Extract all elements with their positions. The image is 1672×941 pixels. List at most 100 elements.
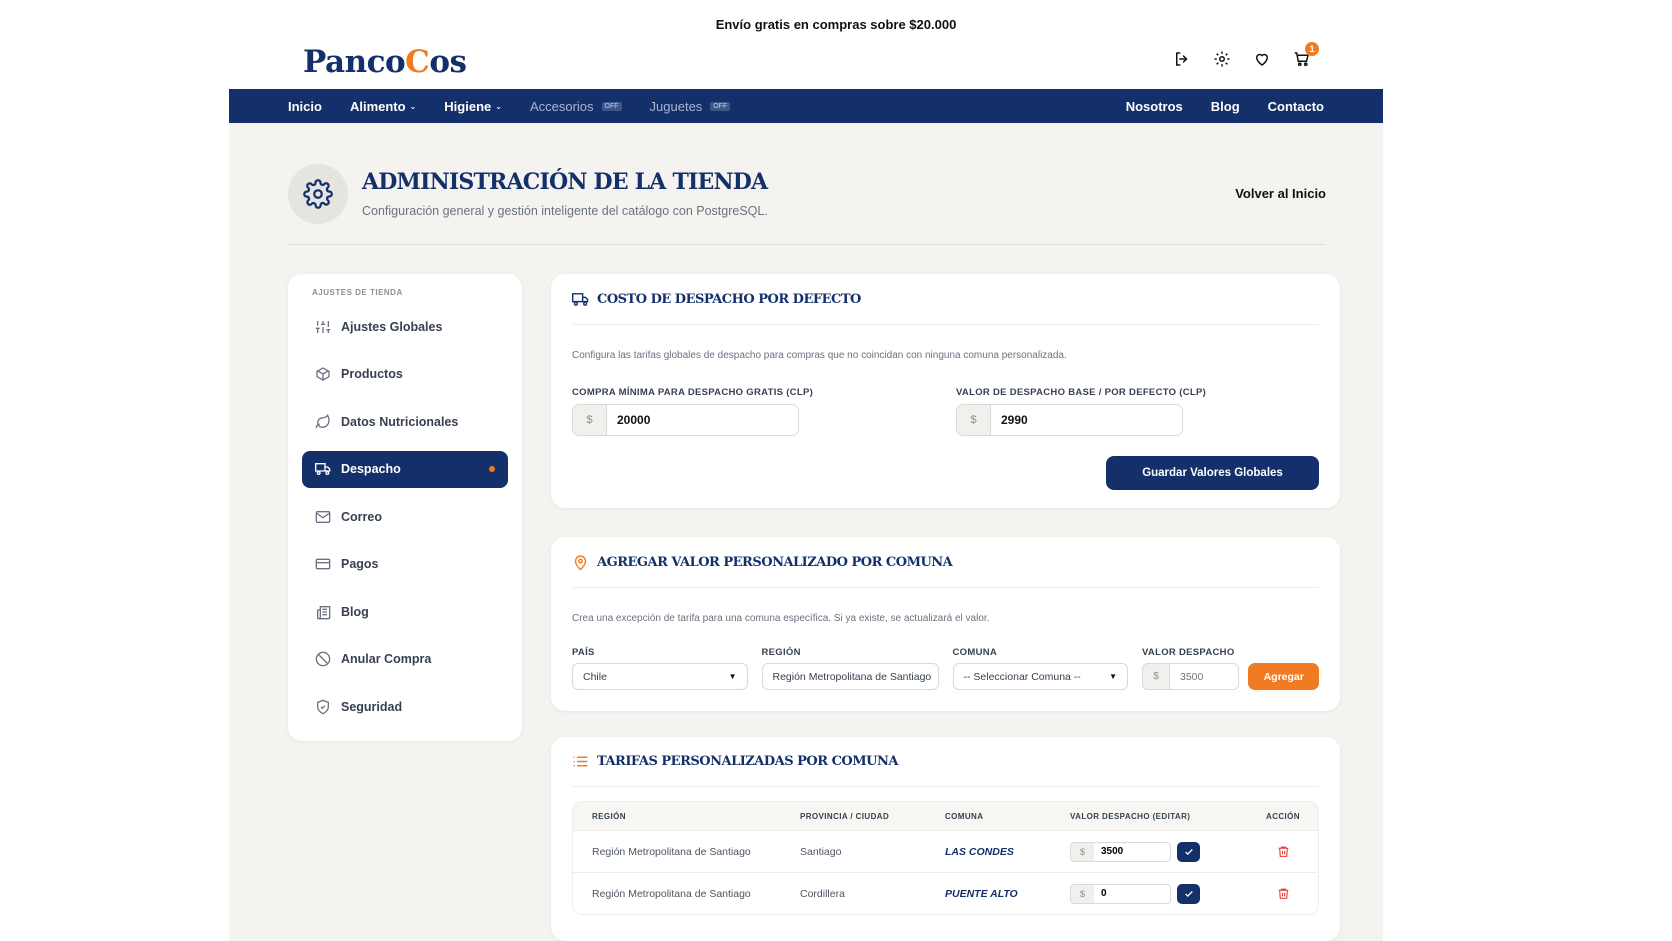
- sidebar-item-label: Pagos: [341, 557, 379, 571]
- trash-icon[interactable]: [1277, 887, 1290, 900]
- cell-comuna: LAS CONDES: [945, 845, 1014, 858]
- mail-icon: [315, 510, 331, 523]
- currency-prefix: $: [957, 405, 991, 435]
- card-title-text: COSTO DE DESPACHO POR DEFECTO: [597, 291, 861, 307]
- col-header-accion: ACCIÓN: [1266, 811, 1300, 821]
- row-value-input[interactable]: [1094, 884, 1170, 903]
- settings-gear-icon[interactable]: [1213, 50, 1231, 68]
- comuna-label: COMUNA: [952, 647, 998, 658]
- sidebar-item-label: Anular Compra: [341, 652, 432, 666]
- min-purchase-field: $: [572, 404, 799, 436]
- trash-icon[interactable]: [1277, 845, 1290, 858]
- truck-icon: [572, 292, 589, 306]
- off-tag: OFF: [710, 101, 731, 111]
- card-description: Crea una excepción de tarifa para una co…: [572, 613, 990, 624]
- admin-gear-icon: [288, 164, 348, 224]
- table-row: Región Metropolitana de Santiago Cordill…: [573, 872, 1318, 914]
- caret-down-icon: ▼: [1109, 672, 1117, 681]
- sidebar-item-label: Despacho: [341, 462, 401, 476]
- min-purchase-input[interactable]: [607, 405, 798, 435]
- card-title-text: TARIFAS PERSONALIZADAS POR COMUNA: [597, 754, 898, 769]
- nav-nosotros[interactable]: Nosotros: [1126, 99, 1183, 114]
- country-select[interactable]: Chile ▼: [572, 663, 748, 690]
- col-header-valor: VALOR DESPACHO (EDITAR): [1070, 811, 1191, 821]
- add-button[interactable]: Agregar: [1248, 663, 1319, 690]
- nav-higiene[interactable]: Higiene ⌄: [444, 99, 502, 114]
- shipping-value-input[interactable]: [1170, 664, 1239, 689]
- check-icon: [1184, 848, 1193, 855]
- logo-text-end: os: [429, 44, 467, 80]
- nav-label: Inicio: [288, 98, 322, 114]
- sidebar-item-label: Seguridad: [341, 699, 403, 714]
- base-value-input[interactable]: [991, 405, 1182, 435]
- default-shipping-card: COSTO DE DESPACHO POR DEFECTO Configura …: [551, 274, 1340, 508]
- sidebar-item-despacho[interactable]: Despacho: [302, 450, 508, 488]
- main-content: ADMINISTRACIÓN DE LA TIENDA Configuració…: [229, 123, 1383, 941]
- logo[interactable]: PancoCos: [303, 44, 467, 80]
- ban-icon: [315, 651, 331, 667]
- map-pin-icon: [574, 554, 587, 571]
- region-select[interactable]: Región Metropolitana de Santiago: [761, 663, 939, 690]
- nav-juguetes[interactable]: Juguetes OFF: [650, 99, 731, 114]
- nav-contacto[interactable]: Contacto: [1268, 99, 1324, 114]
- confirm-check-button[interactable]: [1177, 841, 1200, 862]
- sidebar-item-anular-compra[interactable]: Anular Compra: [302, 641, 508, 678]
- leaf-icon: [315, 413, 330, 428]
- back-home-link[interactable]: Volver al Inicio: [1235, 186, 1326, 201]
- sidebar-item-productos[interactable]: Productos: [302, 356, 508, 393]
- sidebar-heading: AJUSTES DE TIENDA: [312, 288, 403, 297]
- country-selected: Chile: [583, 670, 607, 683]
- nav-label: Accesorios: [529, 98, 594, 114]
- nav-label: Alimento: [349, 98, 406, 114]
- settings-sidebar: AJUSTES DE TIENDA Ajustes Globales Produ…: [288, 274, 522, 741]
- col-header-provincia: PROVINCIA / CIUDAD: [800, 811, 890, 821]
- region-label: REGIÓN: [761, 647, 801, 658]
- sidebar-item-label: Ajustes Globales: [341, 319, 443, 334]
- confirm-check-button[interactable]: [1177, 883, 1200, 904]
- main-nav: Inicio Alimento ⌄ Higiene ⌄ Accesorios OFF …: [229, 89, 1383, 123]
- row-value-field: $: [1070, 841, 1171, 862]
- logo-accent: C: [405, 44, 430, 80]
- nav-blog[interactable]: Blog: [1211, 99, 1240, 114]
- site-header: PancoCos 1: [229, 40, 1383, 90]
- cart-icon[interactable]: 1: [1293, 42, 1319, 68]
- col-header-region: REGIÓN: [592, 811, 626, 821]
- cell-region: Región Metropolitana de Santiago: [592, 845, 751, 858]
- active-indicator-dot: [489, 466, 495, 472]
- box-icon: [316, 367, 330, 381]
- cell-provincia: Santiago: [800, 845, 842, 858]
- sidebar-item-label: Productos: [341, 367, 403, 381]
- card-description: Configura las tarifas globales de despac…: [572, 350, 1067, 361]
- card-title-text: AGREGAR VALOR PERSONALIZADO POR COMUNA: [597, 554, 953, 570]
- tariffs-table: REGIÓN PROVINCIA / CIUDAD COMUNA VALOR D…: [572, 801, 1319, 915]
- sidebar-item-correo[interactable]: Correo: [302, 498, 508, 535]
- logout-icon[interactable]: [1173, 50, 1191, 68]
- sidebar-item-seguridad[interactable]: Seguridad: [302, 688, 508, 725]
- caret-down-icon: ▼: [728, 672, 737, 681]
- currency-prefix: $: [1071, 884, 1094, 903]
- sidebar-item-blog[interactable]: Blog: [302, 593, 508, 630]
- header-icons: 1: [1173, 42, 1319, 68]
- cart-count-badge: 1: [1305, 42, 1319, 56]
- comuna-selected: -- Seleccionar Comuna --: [963, 670, 1081, 683]
- row-value-input[interactable]: [1094, 842, 1170, 861]
- nav-inicio[interactable]: Inicio: [288, 99, 322, 114]
- sidebar-item-label: Datos Nutricionales: [341, 414, 459, 429]
- nav-label: Higiene: [444, 98, 492, 114]
- heart-icon[interactable]: [1253, 50, 1271, 68]
- nav-accesorios[interactable]: Accesorios OFF: [530, 99, 622, 114]
- shipping-value-label: VALOR DESPACHO: [1142, 647, 1235, 658]
- cell-provincia: Cordillera: [800, 887, 845, 900]
- base-value-label: VALOR DE DESPACHO BASE / POR DEFECTO (CL…: [956, 387, 1207, 398]
- sidebar-item-ajustes-globales[interactable]: Ajustes Globales: [302, 308, 508, 345]
- save-global-values-button[interactable]: Guardar Valores Globales: [1106, 456, 1319, 490]
- nav-alimento[interactable]: Alimento ⌄: [350, 99, 416, 114]
- comuna-select[interactable]: -- Seleccionar Comuna -- ▼: [952, 663, 1128, 690]
- divider: [288, 244, 1325, 245]
- shipping-value-field: $: [1142, 663, 1240, 690]
- sidebar-item-label: Blog: [341, 604, 369, 619]
- sidebar-item-pagos[interactable]: Pagos: [302, 546, 508, 583]
- sidebar-item-datos-nutricionales[interactable]: Datos Nutricionales: [302, 403, 508, 440]
- page-title: ADMINISTRACIÓN DE LA TIENDA: [362, 169, 768, 195]
- card-title: AGREGAR VALOR PERSONALIZADO POR COMUNA: [572, 537, 1319, 588]
